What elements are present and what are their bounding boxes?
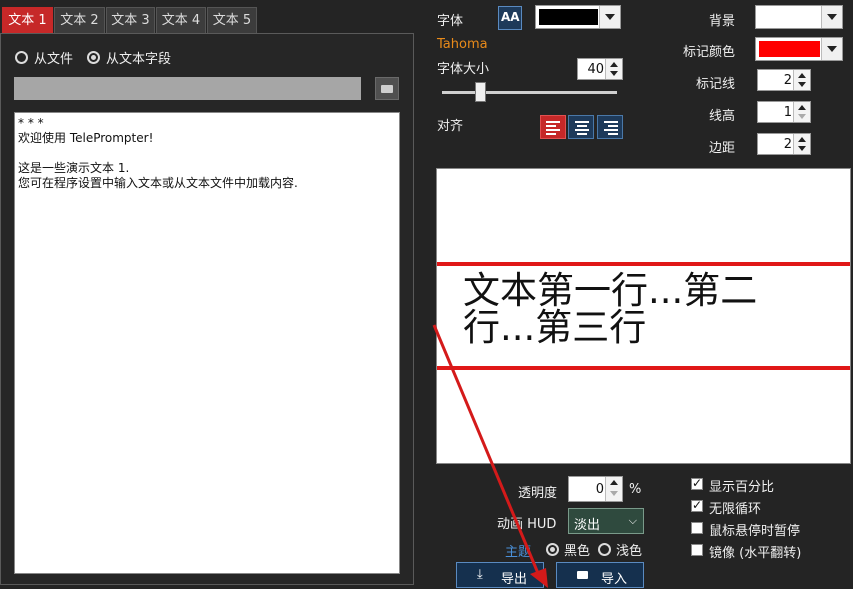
annotation-arrow <box>432 324 548 588</box>
